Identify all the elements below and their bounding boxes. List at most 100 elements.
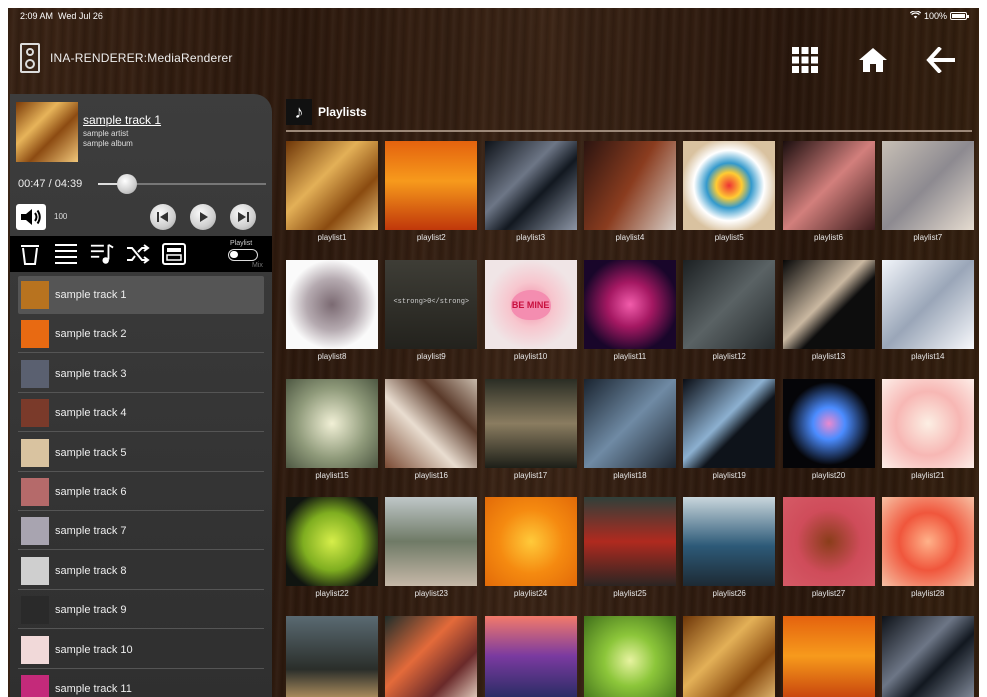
playlist-cover [683,259,776,349]
playlist-tile[interactable]: playlist15 [286,378,378,487]
playlist-label: playlist7 [913,233,943,242]
playlist-tile[interactable]: playlist24 [484,497,577,605]
track-label: sample track 4 [55,407,127,420]
track-thumbnail [21,438,49,467]
playlist-tile[interactable]: playlist16 [385,378,478,487]
previous-button[interactable] [150,204,176,230]
playlist-tile[interactable]: playlist2 [385,141,478,249]
track-label: sample track 9 [55,604,127,617]
playlist-label: playlist27 [811,589,846,599]
playlist-label: playlist1 [317,233,347,242]
playlist-tile[interactable] [484,616,577,697]
toggle-knob [230,251,238,258]
playlist-tile[interactable] [583,616,676,697]
playlist-tile[interactable]: playlist14 [881,259,974,368]
playlist-label: playlist28 [911,589,945,599]
playlist-tile[interactable]: playlist11 [583,259,676,368]
playlist-tile[interactable]: playlist5 [683,141,776,249]
now-playing-title[interactable]: sample track 1 [83,113,161,127]
playlist-cover [782,497,875,587]
playlist-tile[interactable]: playlist20 [782,378,875,487]
playlist-cover [683,378,776,468]
playlist-tile[interactable]: playlist18 [583,378,676,487]
playlist-label: playlist4 [615,233,645,242]
playlist-tile[interactable]: playlist13 [782,259,875,368]
track-thumbnail [21,478,49,506]
track-label: sample track 11 [55,683,132,695]
grid-button[interactable] [789,44,821,76]
playlist-tile[interactable]: playlist25 [583,497,676,605]
shuffle-button[interactable] [126,242,150,266]
now-playing-album: sample album [83,139,133,148]
playlist-tile[interactable]: playlist17 [484,378,577,487]
playlist-tile[interactable] [881,616,974,697]
playlist-tile[interactable]: playlist19 [683,378,776,487]
track-row[interactable]: sample track 8 [18,552,264,590]
repeat-icon [162,243,186,265]
playlist-label: playlist17 [513,470,548,480]
playlist-tile[interactable]: playlist6 [782,141,875,249]
seek-knob[interactable] [116,174,137,194]
status-time-date: 2:09 AM Wed Jul 26 [20,11,103,21]
playlist-cover [484,378,577,468]
playlist-tile[interactable]: playlist1 [286,141,378,249]
playlist-tile[interactable]: playlist28 [881,497,974,605]
track-row[interactable]: sample track 3 [18,355,264,393]
playlist-cover [881,259,974,349]
track-label: sample track 6 [55,486,127,498]
playlist-tile[interactable]: playlist26 [683,497,776,605]
playlist-tile[interactable]: <strong>0</strong> playlist9 [385,259,478,368]
playlist-tile[interactable]: playlist23 [385,497,478,605]
track-row[interactable]: sample track 7 [18,512,264,551]
repeat-button[interactable] [162,242,186,266]
track-row[interactable]: sample track 10 [18,631,264,669]
playlist-label: playlist3 [516,233,546,242]
playlist-label: playlist18 [613,470,647,480]
status-time: 2:09 AM [20,11,54,21]
speaker-volume-icon [21,209,41,225]
playlist-cover [484,616,577,697]
home-button[interactable] [857,44,889,76]
track-label: sample track 8 [55,564,127,577]
playlist-tile[interactable]: playlist3 [484,141,577,249]
playlist-tile[interactable] [286,616,378,697]
playlist-tile[interactable]: playlist4 [583,141,676,249]
track-row[interactable]: sample track 11 [18,670,264,697]
skip-previous-icon [157,212,168,222]
back-button[interactable] [925,44,957,76]
playlist-label: playlist5 [714,233,744,242]
track-row[interactable]: sample track 9 [18,591,264,630]
playlist-cover [782,378,875,468]
playlist-tile[interactable] [385,616,478,697]
playlist-tile[interactable] [782,616,875,697]
app-title: INA-RENDERER:MediaRenderer [50,51,233,65]
track-row[interactable]: sample track 4 [18,394,264,433]
playlist-tile[interactable] [683,616,776,697]
track-thumbnail [21,281,49,309]
track-thumbnail [21,556,49,585]
volume-button[interactable] [16,204,46,230]
playlist-tile[interactable]: BE MINE playlist10 [484,259,577,368]
track-label: sample track 5 [55,446,127,459]
track-row[interactable]: sample track 5 [18,434,264,472]
track-row[interactable]: sample track 1 [18,276,264,314]
next-button[interactable] [230,204,256,230]
playlist-tile[interactable]: playlist8 [286,259,378,368]
playlist-tile[interactable]: playlist12 [683,259,776,368]
playlist-mix-toggle[interactable] [228,249,258,261]
list-button[interactable] [54,242,78,266]
play-button[interactable] [190,204,216,230]
track-row[interactable]: sample track 2 [18,315,264,354]
playlist-cover [683,141,776,230]
playlist-tile[interactable]: playlist27 [782,497,875,605]
clear-button[interactable] [18,242,42,266]
playlist-cover [881,378,974,468]
queue-button[interactable] [90,242,114,266]
playlist-tile[interactable]: playlist22 [286,497,378,605]
track-thumbnail [21,675,49,697]
playlist-tile[interactable]: playlist21 [881,378,974,487]
track-row[interactable]: sample track 6 [18,473,264,511]
playlist-cover [385,378,478,468]
playlist-tile[interactable]: playlist7 [881,141,974,249]
track-thumbnail [21,517,49,546]
